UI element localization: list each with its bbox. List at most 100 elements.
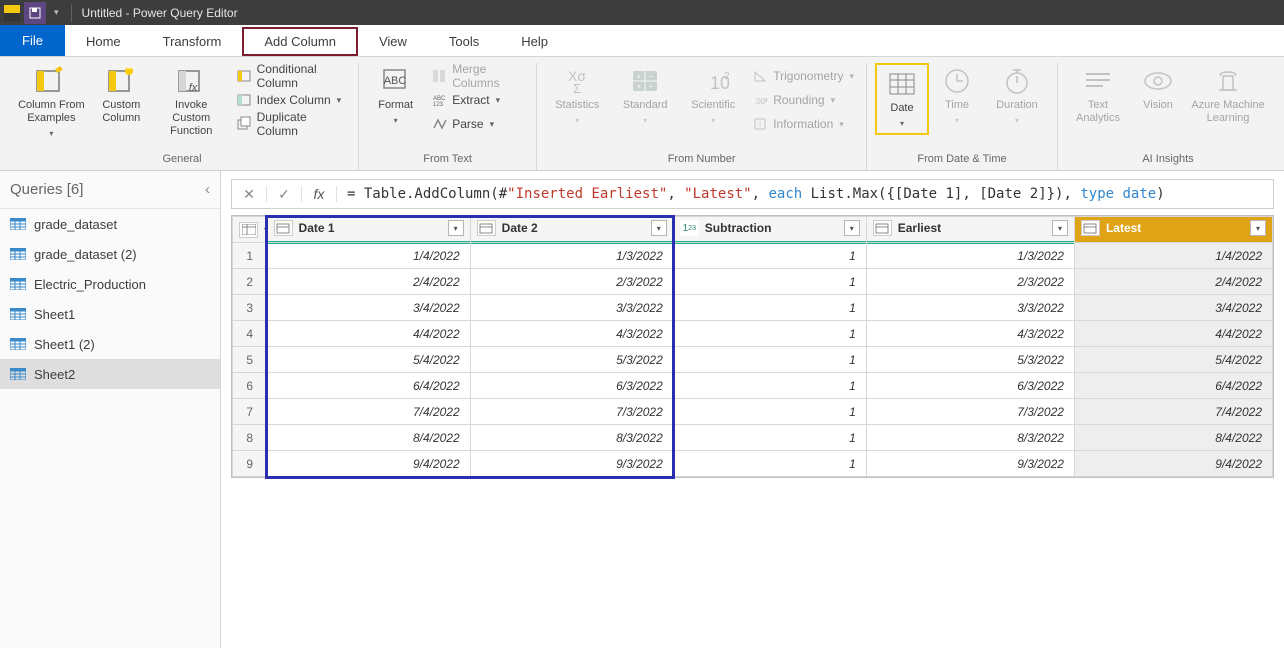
scientific-button[interactable]: 102Scientific▾ — [681, 63, 745, 129]
cell-date2[interactable]: 1/3/2022 — [470, 243, 673, 269]
cell-latest[interactable]: 9/4/2022 — [1074, 451, 1272, 477]
table-row[interactable]: 4 4/4/2022 4/3/2022 1 4/3/2022 4/4/2022 — [233, 321, 1273, 347]
row-number[interactable]: 9 — [233, 451, 268, 477]
cell-latest[interactable]: 4/4/2022 — [1074, 321, 1272, 347]
tab-home[interactable]: Home — [65, 27, 142, 56]
cell-subtraction[interactable]: 1 — [673, 425, 866, 451]
formula-commit-button[interactable]: ✓ — [267, 180, 301, 208]
merge-columns-button[interactable]: Merge Columns — [428, 65, 528, 87]
query-item[interactable]: grade_dataset — [0, 209, 220, 239]
cell-latest[interactable]: 1/4/2022 — [1074, 243, 1272, 269]
tab-tools[interactable]: Tools — [428, 27, 500, 56]
cell-date2[interactable]: 9/3/2022 — [470, 451, 673, 477]
cell-earliest[interactable]: 9/3/2022 — [866, 451, 1074, 477]
cell-subtraction[interactable]: 1 — [673, 451, 866, 477]
vision-button[interactable]: Vision — [1134, 63, 1182, 114]
formula-cancel-button[interactable]: ✕ — [232, 180, 266, 208]
cell-latest[interactable]: 7/4/2022 — [1074, 399, 1272, 425]
time-button[interactable]: Time▾ — [933, 63, 981, 129]
table-row[interactable]: 6 6/4/2022 6/3/2022 1 6/3/2022 6/4/2022 — [233, 373, 1273, 399]
row-number[interactable]: 2 — [233, 269, 268, 295]
tab-transform[interactable]: Transform — [142, 27, 243, 56]
cell-subtraction[interactable]: 1 — [673, 243, 866, 269]
query-item[interactable]: grade_dataset (2) — [0, 239, 220, 269]
cell-subtraction[interactable]: 1 — [673, 347, 866, 373]
row-number[interactable]: 7 — [233, 399, 268, 425]
cell-subtraction[interactable]: 1 — [673, 399, 866, 425]
rounding-button[interactable]: .00Rounding — [749, 89, 858, 111]
table-row[interactable]: 8 8/4/2022 8/3/2022 1 8/3/2022 8/4/2022 — [233, 425, 1273, 451]
information-button[interactable]: iInformation — [749, 113, 858, 135]
cell-earliest[interactable]: 6/3/2022 — [866, 373, 1074, 399]
tab-add-column[interactable]: Add Column — [242, 27, 358, 56]
duplicate-column-button[interactable]: Duplicate Column — [233, 113, 350, 135]
row-number[interactable]: 3 — [233, 295, 268, 321]
format-button[interactable]: ABC Format ▾ — [367, 63, 424, 129]
row-number[interactable]: 6 — [233, 373, 268, 399]
table-row[interactable]: 5 5/4/2022 5/3/2022 1 5/3/2022 5/4/2022 — [233, 347, 1273, 373]
filter-icon[interactable]: ▾ — [1052, 220, 1068, 236]
cell-subtraction[interactable]: 1 — [673, 321, 866, 347]
filter-icon[interactable]: ▾ — [448, 220, 464, 236]
cell-date1[interactable]: 9/4/2022 — [267, 451, 470, 477]
cell-date1[interactable]: 2/4/2022 — [267, 269, 470, 295]
cell-earliest[interactable]: 1/3/2022 — [866, 243, 1074, 269]
column-header-earliest[interactable]: Earliest▾ — [866, 217, 1074, 243]
cell-date1[interactable]: 6/4/2022 — [267, 373, 470, 399]
statistics-button[interactable]: ΧσΣStatistics▾ — [545, 63, 609, 129]
collapse-queries-icon[interactable]: ‹ — [205, 181, 210, 198]
azure-ml-button[interactable]: Azure Machine Learning — [1186, 63, 1270, 127]
row-number[interactable]: 5 — [233, 347, 268, 373]
table-row[interactable]: 3 3/4/2022 3/3/2022 1 3/3/2022 3/4/2022 — [233, 295, 1273, 321]
conditional-column-button[interactable]: Conditional Column — [233, 65, 350, 87]
cell-date1[interactable]: 4/4/2022 — [267, 321, 470, 347]
cell-subtraction[interactable]: 1 — [673, 373, 866, 399]
save-quick-access-button[interactable] — [24, 2, 46, 24]
cell-date1[interactable]: 3/4/2022 — [267, 295, 470, 321]
row-number[interactable]: 1 — [233, 243, 268, 269]
cell-subtraction[interactable]: 1 — [673, 269, 866, 295]
column-header-date1[interactable]: Date 1▾ — [267, 217, 470, 243]
parse-button[interactable]: Parse — [428, 113, 528, 135]
tab-view[interactable]: View — [358, 27, 428, 56]
cell-latest[interactable]: 2/4/2022 — [1074, 269, 1272, 295]
text-analytics-button[interactable]: Text Analytics — [1066, 63, 1130, 127]
cell-earliest[interactable]: 4/3/2022 — [866, 321, 1074, 347]
custom-column-button[interactable]: Custom Column — [93, 63, 150, 127]
index-column-button[interactable]: Index Column — [233, 89, 350, 111]
query-item[interactable]: Sheet1 (2) — [0, 329, 220, 359]
column-from-examples-button[interactable]: Column From Examples ▾ — [14, 63, 89, 142]
cell-date1[interactable]: 1/4/2022 — [267, 243, 470, 269]
query-item[interactable]: Sheet2 — [0, 359, 220, 389]
cell-date2[interactable]: 4/3/2022 — [470, 321, 673, 347]
table-row[interactable]: 9 9/4/2022 9/3/2022 1 9/3/2022 9/4/2022 — [233, 451, 1273, 477]
query-item[interactable]: Electric_Production — [0, 269, 220, 299]
table-row[interactable]: 2 2/4/2022 2/3/2022 1 2/3/2022 2/4/2022 — [233, 269, 1273, 295]
filter-icon[interactable]: ▾ — [844, 220, 860, 236]
cell-date1[interactable]: 5/4/2022 — [267, 347, 470, 373]
cell-date2[interactable]: 8/3/2022 — [470, 425, 673, 451]
cell-date1[interactable]: 8/4/2022 — [267, 425, 470, 451]
cell-earliest[interactable]: 3/3/2022 — [866, 295, 1074, 321]
cell-date2[interactable]: 7/3/2022 — [470, 399, 673, 425]
quick-access-dropdown[interactable]: ▾ — [48, 7, 65, 18]
column-header-date2[interactable]: Date 2▾ — [470, 217, 673, 243]
standard-button[interactable]: +−×÷Standard▾ — [613, 63, 677, 129]
tab-help[interactable]: Help — [500, 27, 569, 56]
date-button[interactable]: Date▾ — [878, 66, 926, 132]
cell-date1[interactable]: 7/4/2022 — [267, 399, 470, 425]
cell-latest[interactable]: 6/4/2022 — [1074, 373, 1272, 399]
cell-date2[interactable]: 2/3/2022 — [470, 269, 673, 295]
row-number[interactable]: 8 — [233, 425, 268, 451]
extract-button[interactable]: ABC123Extract — [428, 89, 528, 111]
table-corner-button[interactable]: ▾ — [233, 217, 268, 243]
cell-date2[interactable]: 3/3/2022 — [470, 295, 673, 321]
cell-date2[interactable]: 6/3/2022 — [470, 373, 673, 399]
trigonometry-button[interactable]: Trigonometry — [749, 65, 858, 87]
formula-input[interactable]: = Table.AddColumn(#"Inserted Earliest", … — [337, 186, 1165, 202]
duration-button[interactable]: Duration▾ — [985, 63, 1049, 129]
cell-latest[interactable]: 3/4/2022 — [1074, 295, 1272, 321]
cell-earliest[interactable]: 8/3/2022 — [866, 425, 1074, 451]
filter-icon[interactable]: ▾ — [651, 220, 667, 236]
query-item[interactable]: Sheet1 — [0, 299, 220, 329]
